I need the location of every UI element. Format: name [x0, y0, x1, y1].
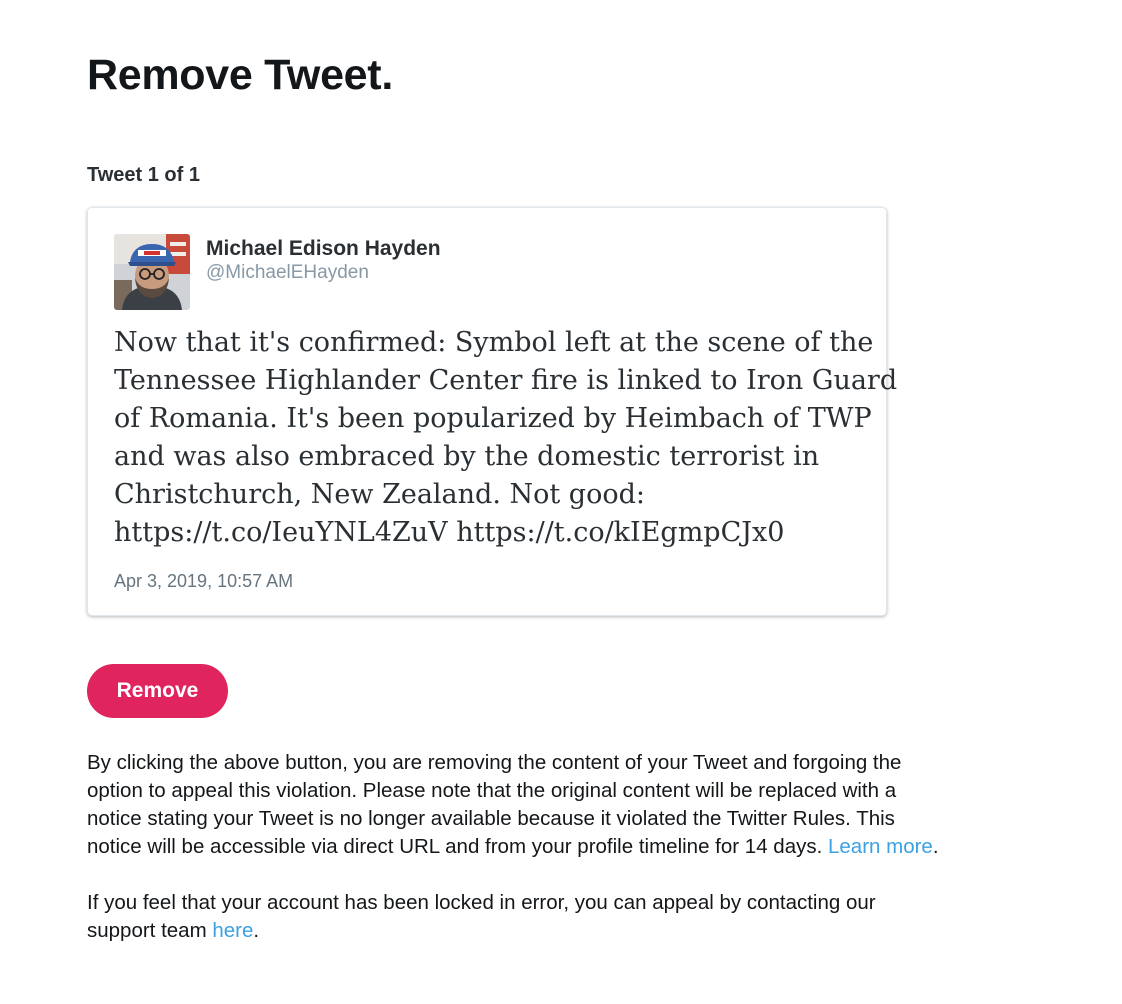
appeal-here-link[interactable]: here	[212, 919, 253, 942]
profile-photo-avatar-icon	[114, 234, 190, 310]
avatar	[114, 234, 190, 310]
tweet-text-line: Christchurch, New Zealand. Not good:	[114, 479, 645, 510]
tweet-text-line: https://t.co/IeuYNL4ZuV https://t.co/kIE…	[114, 517, 785, 548]
notice-line-last: notice will be accessible via direct URL…	[87, 833, 1047, 861]
tweet-text-line: of Romania. It's been popularized by Hei…	[114, 403, 872, 434]
appeal-period: .	[253, 919, 260, 942]
tweet-text-line: and was also embraced by the domestic te…	[114, 441, 820, 472]
appeal-line: If you feel that your account has been l…	[87, 891, 876, 914]
tweet-text: Now that it's confirmed: Symbol left at …	[114, 324, 898, 552]
appeal-line-prefix: support team	[87, 919, 207, 942]
notice-line: option to appeal this violation. Please …	[87, 779, 897, 802]
tweet-card: Michael Edison Hayden @MichaelEHayden No…	[87, 207, 898, 616]
notice-line: By clicking the above button, you are re…	[87, 751, 902, 774]
appeal-notice: If you feel that your account has been l…	[87, 889, 1047, 945]
author-name: Michael Edison Hayden	[206, 237, 441, 260]
notice-period: .	[932, 835, 939, 858]
tweet-text-line: Tennessee Highlander Center fire is link…	[114, 365, 898, 396]
author-handle: @MichaelEHayden	[206, 262, 369, 283]
appeal-line-last: support team here.	[87, 917, 1047, 945]
tweet-timestamp: Apr 3, 2019, 10:57 AM	[114, 571, 294, 591]
remove-button[interactable]: Remove	[87, 664, 228, 718]
notice-line: notice will be accessible via direct URL…	[87, 835, 823, 858]
notice-line: notice stating your Tweet is no longer a…	[87, 807, 895, 830]
removal-notice: By clicking the above button, you are re…	[87, 749, 1047, 861]
page-title: Remove Tweet.	[87, 51, 393, 99]
tweet-text-line: Now that it's confirmed: Symbol left at …	[114, 327, 874, 358]
tweet-counter: Tweet 1 of 1	[87, 164, 200, 186]
learn-more-link[interactable]: Learn more	[828, 835, 933, 858]
